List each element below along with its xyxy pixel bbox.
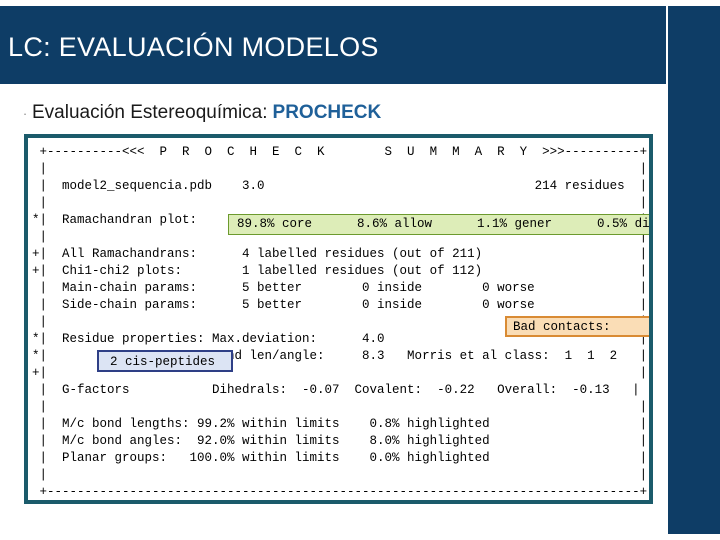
report-line: +| Chi1-chi2 plots: 1 labelled residues … xyxy=(32,264,648,278)
report-line: | G-factors Dihedrals: -0.07 Covalent: -… xyxy=(32,383,640,397)
page-title: LC: EVALUACIÓN MODELOS xyxy=(8,32,379,62)
bullet-marker-icon: · xyxy=(22,105,28,121)
report-line: +| All Ramachandrans: 4 labelled residue… xyxy=(32,247,648,261)
procheck-report-panel: +----------<<< P R O C H E C K S U M M A… xyxy=(24,134,653,504)
report-line: | Side-chain params: 5 better 0 inside 0… xyxy=(32,298,648,312)
right-decorative-band xyxy=(668,6,720,534)
report-line: +----------<<< P R O C H E C K S U M M A… xyxy=(32,145,648,159)
report-line: | | xyxy=(32,400,648,414)
report-line: | Planar groups: 100.0% within limits 0.… xyxy=(32,451,648,465)
report-line: | | xyxy=(32,162,648,176)
title-bar: LC: EVALUACIÓN MODELOS xyxy=(0,6,666,84)
report-line: +---------------------------------------… xyxy=(32,485,648,499)
slide: LC: EVALUACIÓN MODELOS · Evaluación Este… xyxy=(0,0,720,540)
report-line: + May be worth investigating further. * … xyxy=(28,501,649,504)
bullet-accent-label: PROCHECK xyxy=(272,102,382,123)
report-line: | | xyxy=(32,196,648,210)
report-line: | M/c bond angles: 92.0% within limits 8… xyxy=(32,434,648,448)
bullet-label: Evaluación Estereoquímica: xyxy=(32,102,268,123)
report-line: | | xyxy=(32,468,648,482)
cis-peptides-highlight: 2 cis-peptides xyxy=(97,350,233,372)
report-line: | M/c bond lengths: 99.2% within limits … xyxy=(32,417,648,431)
bullet-row: · Evaluación Estereoquímica: PROCHECK xyxy=(18,99,638,127)
procheck-report-text: +----------<<< P R O C H E C K S U M M A… xyxy=(28,138,649,504)
report-line: | Main-chain params: 5 better 0 inside 0… xyxy=(32,281,648,295)
ramachandran-highlight: 89.8% core 8.6% allow 1.1% gener 0.5% di… xyxy=(228,214,649,235)
bad-contacts-highlight: Bad contacts: 3 xyxy=(505,316,649,337)
report-line: | model2_sequencia.pdb 3.0 214 residues … xyxy=(32,179,648,193)
